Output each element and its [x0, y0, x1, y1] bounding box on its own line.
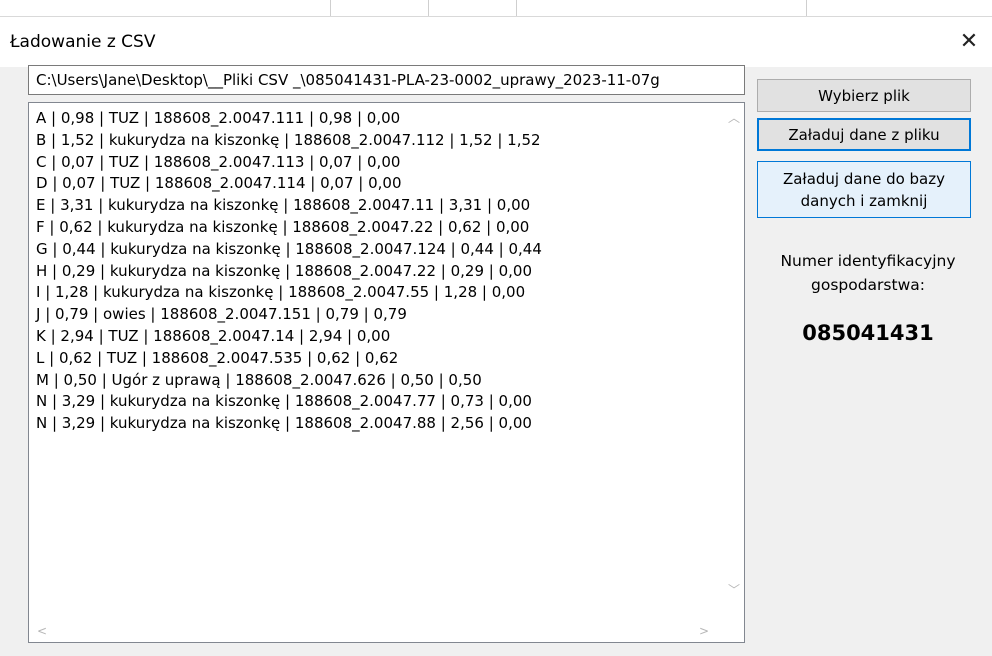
list-item[interactable]: G | 0,44 | kukurydza na kiszonkę | 18860…: [36, 239, 720, 261]
window-title: Ładowanie z CSV: [10, 32, 156, 52]
list-item[interactable]: I | 1,28 | kukurydza na kiszonkę | 18860…: [36, 282, 720, 304]
list-item[interactable]: H | 0,29 | kukurydza na kiszonkę | 18860…: [36, 261, 720, 283]
list-item[interactable]: D | 0,07 | TUZ | 188608_2.0047.114 | 0,0…: [36, 173, 720, 195]
scroll-up-icon[interactable]: ︿: [728, 109, 740, 126]
close-icon[interactable]: ✕: [956, 27, 982, 55]
list-item[interactable]: A | 0,98 | TUZ | 188608_2.0047.111 | 0,9…: [36, 108, 720, 130]
csv-load-dialog: Ładowanie z CSV ✕ C:\Users\Jane\Desktop\…: [0, 16, 992, 656]
list-item[interactable]: C | 0,07 | TUZ | 188608_2.0047.113 | 0,0…: [36, 152, 720, 174]
farm-id-value: 085041431: [802, 321, 934, 345]
rows-container: A | 0,98 | TUZ | 188608_2.0047.111 | 0,9…: [36, 108, 720, 435]
farm-id-label-line1: Numer identyfikacyjny: [780, 252, 956, 270]
list-item[interactable]: M | 0,50 | Ugór z uprawą | 188608_2.0047…: [36, 370, 720, 392]
list-item[interactable]: L | 0,62 | TUZ | 188608_2.0047.535 | 0,6…: [36, 348, 720, 370]
load-to-database-label-line1: Załaduj dane do bazy: [782, 169, 946, 188]
list-item[interactable]: B | 1,52 | kukurydza na kiszonkę | 18860…: [36, 130, 720, 152]
farm-id-label-line2: gospodarstwa:: [811, 276, 925, 294]
list-item[interactable]: F | 0,62 | kukurydza na kiszonkę | 18860…: [36, 217, 720, 239]
list-item[interactable]: E | 3,31 | kukurydza na kiszonkę | 18860…: [36, 195, 720, 217]
scroll-down-icon[interactable]: ﹀: [728, 581, 740, 598]
choose-file-button[interactable]: Wybierz plik: [757, 79, 971, 112]
file-path-field[interactable]: C:\Users\Jane\Desktop\__Pliki CSV _\0850…: [28, 65, 745, 95]
list-item[interactable]: J | 0,79 | owies | 188608_2.0047.151 | 0…: [36, 304, 720, 326]
list-item[interactable]: N | 3,29 | kukurydza na kiszonkę | 18860…: [36, 413, 720, 435]
load-to-database-label: Załaduj dane do bazy danych i zamknij: [783, 168, 945, 212]
vertical-scrollbar[interactable]: ︿ ﹀: [724, 103, 744, 623]
list-item[interactable]: N | 3,29 | kukurydza na kiszonkę | 18860…: [36, 391, 720, 413]
list-item[interactable]: K | 2,94 | TUZ | 188608_2.0047.14 | 2,94…: [36, 326, 720, 348]
farm-id-label: Numer identyfikacyjny gospodarstwa:: [760, 249, 976, 297]
scroll-left-icon[interactable]: <: [37, 624, 47, 638]
load-from-file-button[interactable]: Załaduj dane z pliku: [757, 118, 971, 151]
csv-rows-listbox[interactable]: A | 0,98 | TUZ | 188608_2.0047.111 | 0,9…: [28, 102, 745, 643]
load-to-database-button[interactable]: Załaduj dane do bazy danych i zamknij: [757, 161, 971, 218]
scroll-right-icon[interactable]: >: [699, 624, 709, 638]
load-to-database-label-line2: danych i zamknij: [800, 191, 928, 210]
title-bar: Ładowanie z CSV ✕: [0, 17, 992, 67]
horizontal-scrollbar[interactable]: < >: [29, 622, 744, 642]
